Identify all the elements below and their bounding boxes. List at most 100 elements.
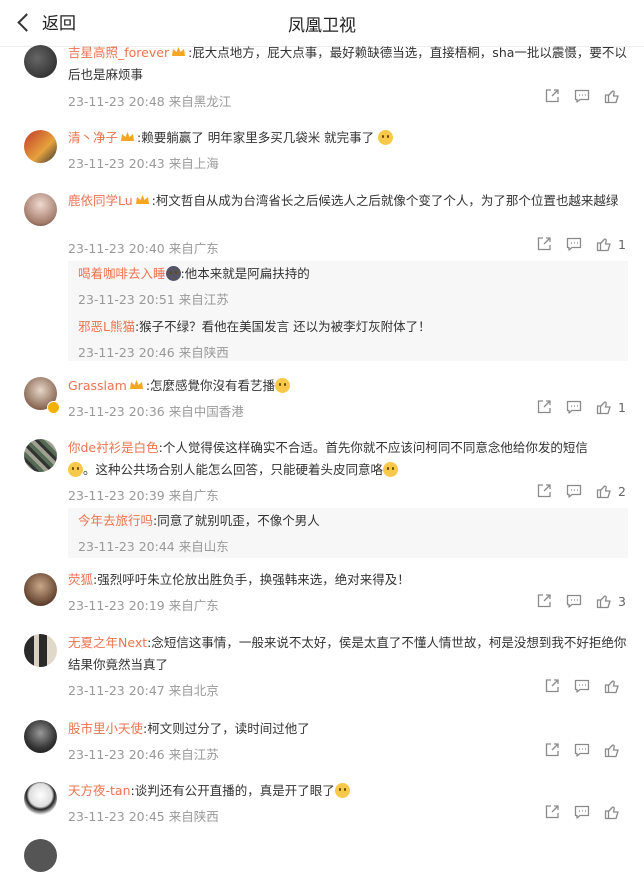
share-button[interactable] bbox=[544, 88, 560, 104]
avatar[interactable] bbox=[24, 45, 57, 78]
comment-text-block: 清丶净子 :赖要躺赢了 明年家里多买几袋米 就完事了 bbox=[68, 127, 628, 149]
like-count: 2 bbox=[618, 483, 626, 499]
comment-text-block: Grasslam :怎麼感覺你沒有看艺播 bbox=[68, 375, 628, 397]
crying-emoji-icon bbox=[334, 783, 350, 798]
avatar-emoji-icon bbox=[165, 266, 181, 281]
comment-actions: 1 bbox=[522, 399, 626, 415]
cat-emoji-icon bbox=[275, 378, 291, 393]
avatar[interactable] bbox=[24, 573, 57, 606]
reply-text-block: 邪恶L熊猫:猴子不绿？看他在美国发言 还以为被李灯灰附体了！ bbox=[78, 317, 431, 337]
comment-text: :柯文哲自从成为台湾省长之后候选人之后就像个变了个人，为了那个位置也越来越绿 bbox=[151, 193, 619, 208]
thumbs-up-icon bbox=[596, 236, 612, 252]
like-button[interactable] bbox=[604, 678, 626, 694]
share-icon bbox=[544, 678, 560, 694]
like-button[interactable]: 1 bbox=[596, 399, 626, 415]
avatar[interactable] bbox=[24, 193, 57, 226]
commenter-name[interactable]: 无夏之年Next bbox=[68, 635, 147, 650]
avatar[interactable] bbox=[24, 634, 57, 667]
comment-item: 鹿依同学Lu :柯文哲自从成为台湾省长之后候选人之后就像个变了个人，为了那个位置也… bbox=[0, 187, 644, 362]
commenter-name[interactable]: Grasslam bbox=[68, 378, 127, 393]
reply-button[interactable] bbox=[566, 483, 582, 499]
commenter-name[interactable]: 你de衬衫是白色 bbox=[68, 440, 159, 455]
like-button[interactable] bbox=[604, 742, 626, 758]
share-icon bbox=[536, 483, 552, 499]
comment-text: :怎麼感覺你沒有看艺播 bbox=[145, 378, 276, 393]
like-button[interactable]: 2 bbox=[596, 483, 626, 499]
reply-text-block: 今年去旅行吗:同意了就别叽歪，不像个男人 bbox=[78, 511, 320, 531]
share-icon bbox=[536, 236, 552, 252]
share-button[interactable] bbox=[544, 678, 560, 694]
reply-meta: 23-11-23 20:46 来自陕西 bbox=[78, 345, 229, 360]
reply-button[interactable] bbox=[574, 678, 590, 694]
share-button[interactable] bbox=[544, 804, 560, 820]
comment-icon bbox=[566, 593, 582, 609]
like-button[interactable]: 1 bbox=[596, 236, 626, 252]
reply-author[interactable]: 邪恶L熊猫 bbox=[78, 319, 135, 334]
comment-meta: 23-11-23 20:45 来自陕西 bbox=[68, 809, 219, 824]
share-button[interactable] bbox=[536, 483, 552, 499]
share-button[interactable] bbox=[536, 236, 552, 252]
reply-button[interactable] bbox=[574, 88, 590, 104]
comment-meta: 23-11-23 20:48 来自黑龙江 bbox=[68, 94, 232, 109]
share-button[interactable] bbox=[544, 742, 560, 758]
comment-text-block: 无夏之年Next:念短信这事情，一般来说不太好，侯是太直了不懂人情世故，柯是没想… bbox=[68, 632, 628, 676]
vip-crown-icon bbox=[135, 195, 149, 204]
commenter-name[interactable]: 股市里小天使 bbox=[68, 721, 143, 736]
reply-button[interactable] bbox=[574, 804, 590, 820]
avatar[interactable] bbox=[24, 720, 57, 753]
share-icon bbox=[544, 742, 560, 758]
avatar[interactable] bbox=[24, 439, 57, 472]
comment-icon bbox=[574, 804, 590, 820]
commenter-name[interactable]: 天方夜-tan bbox=[68, 783, 131, 798]
reply-author[interactable]: 今年去旅行吗 bbox=[78, 513, 153, 528]
like-button[interactable] bbox=[604, 88, 626, 104]
thumbs-up-icon bbox=[604, 88, 620, 104]
comment-icon bbox=[574, 88, 590, 104]
avatar[interactable] bbox=[24, 839, 57, 872]
comment-text: :赖要躺赢了 明年家里多买几袋米 就完事了 bbox=[137, 130, 375, 145]
reply-text: :他本来就是阿扁扶持的 bbox=[180, 266, 310, 281]
comment-actions bbox=[530, 678, 626, 694]
commenter-name[interactable]: 清丶净子 bbox=[68, 130, 118, 145]
reply-button[interactable] bbox=[566, 236, 582, 252]
comment-icon bbox=[566, 399, 582, 415]
comment-text-block: 天方夜-tan:谈判还有公开直播的，真是开了眼了 bbox=[68, 780, 628, 802]
share-button[interactable] bbox=[536, 593, 552, 609]
avatar[interactable] bbox=[24, 130, 57, 163]
commenter-name[interactable]: 荧狐 bbox=[68, 572, 93, 587]
thumbs-up-icon bbox=[596, 593, 612, 609]
reply-author[interactable]: 喝着咖啡去入睡 bbox=[78, 266, 166, 281]
reply-button[interactable] bbox=[566, 399, 582, 415]
comment-text: :谈判还有公开直播的，真是开了眼了 bbox=[130, 783, 335, 798]
comment-meta: 23-11-23 20:36 来自中国香港 bbox=[68, 404, 244, 419]
comment-item: 天方夜-tan:谈判还有公开直播的，真是开了眼了 23-11-23 20:45 … bbox=[0, 779, 644, 834]
laugh-cry-emoji-icon bbox=[378, 130, 394, 145]
comment-icon bbox=[566, 483, 582, 499]
comment-meta: 23-11-23 20:39 来自广东 bbox=[68, 488, 219, 503]
laugh-cry-emoji-icon bbox=[383, 462, 399, 477]
comment-actions: 3 bbox=[522, 593, 626, 609]
comment-item: 荧狐:强烈呼吁朱立伦放出胜负手，换强韩来选，绝对来得及！ 23-11-23 20… bbox=[0, 568, 644, 623]
commenter-name[interactable]: 吉星高照_forever bbox=[68, 45, 169, 60]
comment-meta: 23-11-23 20:47 来自北京 bbox=[68, 683, 219, 698]
share-button[interactable] bbox=[536, 399, 552, 415]
comment-item: 无夏之年Next:念短信这事情，一般来说不太好，侯是太直了不懂人情世故，柯是没想… bbox=[0, 631, 644, 706]
like-count: 1 bbox=[618, 236, 626, 252]
reply-button[interactable] bbox=[566, 593, 582, 609]
verified-badge-icon bbox=[47, 401, 60, 414]
laugh-cry-emoji-icon bbox=[68, 462, 83, 477]
share-icon bbox=[536, 593, 552, 609]
reply-text: :同意了就别叽歪，不像个男人 bbox=[153, 513, 320, 528]
reply-meta: 23-11-23 20:51 来自江苏 bbox=[78, 292, 229, 307]
comment-actions: 2 bbox=[522, 483, 626, 499]
reply-button[interactable] bbox=[574, 742, 590, 758]
like-button[interactable]: 3 bbox=[596, 593, 626, 609]
comment-item: 股市里小天使:柯文则过分了，读时间过他了 23-11-23 20:46 来自江苏 bbox=[0, 717, 644, 772]
like-button[interactable] bbox=[604, 804, 626, 820]
share-icon bbox=[536, 399, 552, 415]
vip-crown-icon bbox=[172, 47, 186, 56]
commenter-name[interactable]: 鹿依同学Lu bbox=[68, 193, 133, 208]
vip-crown-icon bbox=[121, 132, 135, 141]
avatar[interactable] bbox=[24, 782, 57, 815]
comment-text: :个人觉得侯这样确实不合适。首先你就不应该问柯同不同意念他给你发的短信 bbox=[158, 440, 588, 455]
